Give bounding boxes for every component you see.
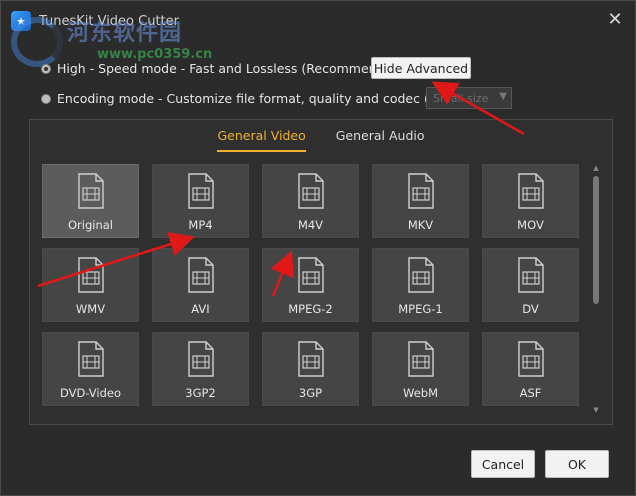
tab-general-audio[interactable]: General Audio	[336, 120, 425, 152]
video-file-icon	[297, 341, 324, 377]
app-logo-icon: ★	[11, 11, 31, 31]
video-file-icon	[77, 173, 104, 209]
format-tabs: General Video General Audio	[30, 120, 612, 156]
video-file-icon	[407, 341, 434, 377]
scroll-down-icon[interactable]: ▼	[592, 406, 600, 414]
format-tile[interactable]: ASF	[482, 332, 579, 406]
video-file-icon	[407, 257, 434, 293]
high-speed-mode-option[interactable]: High - Speed mode - Fast and Lossless (R…	[41, 61, 405, 76]
title-bar: ★ TunesKit Video Cutter	[1, 1, 635, 41]
format-grid: Original MP4 M4V MKV MOV WMV AVI MPEG-2 MPEG-1 DV…	[42, 164, 582, 414]
format-scrollbar[interactable]: ▲ ▼	[592, 164, 600, 414]
encoding-radio[interactable]	[41, 93, 51, 104]
format-tile-label: MKV	[407, 218, 434, 232]
video-file-icon	[297, 173, 324, 209]
cancel-button[interactable]: Cancel	[471, 450, 535, 478]
tab-general-video[interactable]: General Video	[217, 120, 306, 152]
ok-button[interactable]: OK	[545, 450, 609, 478]
format-tile-label: WMV	[75, 302, 106, 316]
hide-advanced-button[interactable]: Hide Advanced	[371, 57, 471, 79]
format-tile-label: DV	[522, 302, 539, 316]
video-file-icon	[297, 257, 324, 293]
chevron-down-icon: ▼	[499, 91, 507, 102]
format-tile[interactable]: WMV	[42, 248, 139, 322]
format-tile-label: DVD-Video	[59, 386, 122, 400]
format-tile[interactable]: DV	[482, 248, 579, 322]
high-speed-radio[interactable]	[41, 63, 51, 74]
quality-select[interactable]: Small size ▼	[426, 87, 512, 109]
format-tile[interactable]: WebM	[372, 332, 469, 406]
video-file-icon	[77, 257, 104, 293]
format-tile[interactable]: MP4	[152, 164, 249, 238]
format-tile-label: 3GP2	[185, 386, 216, 400]
format-tile-label: MPEG-1	[398, 302, 443, 316]
format-tile-label: M4V	[297, 218, 324, 232]
close-button[interactable]: ✕	[605, 10, 625, 30]
encoding-label: Encoding mode - Customize file format, q…	[57, 91, 463, 106]
format-tile[interactable]: MPEG-2	[262, 248, 359, 322]
format-tile[interactable]: MOV	[482, 164, 579, 238]
format-tile-label: MPEG-2	[288, 302, 333, 316]
video-file-icon	[407, 173, 434, 209]
quality-select-value: Small size	[433, 91, 489, 105]
format-tile[interactable]: MKV	[372, 164, 469, 238]
window-title: TunesKit Video Cutter	[39, 13, 179, 29]
format-tile-label: AVI	[191, 302, 210, 316]
output-format-dialog: ★ TunesKit Video Cutter ✕ 河东软件园 www.pc03…	[0, 0, 636, 496]
video-file-icon	[517, 257, 544, 293]
format-tile[interactable]: AVI	[152, 248, 249, 322]
format-tile-label: Original	[67, 218, 113, 232]
video-file-icon	[77, 341, 104, 377]
format-panel: General Video General Audio Original MP4 M…	[29, 119, 613, 425]
format-tile-label: MP4	[188, 218, 213, 232]
scroll-thumb[interactable]	[593, 176, 599, 304]
encoding-mode-option[interactable]: Encoding mode - Customize file format, q…	[41, 91, 463, 106]
format-tile-label: 3GP	[298, 386, 323, 400]
video-file-icon	[187, 173, 214, 209]
video-file-icon	[517, 173, 544, 209]
watermark-url: www.pc0359.cn	[97, 47, 213, 62]
format-tile[interactable]: DVD-Video	[42, 332, 139, 406]
high-speed-label: High - Speed mode - Fast and Lossless (R…	[57, 61, 406, 76]
video-file-icon	[187, 341, 214, 377]
video-file-icon	[517, 341, 544, 377]
format-tile[interactable]: Original	[42, 164, 139, 238]
format-tile[interactable]: 3GP2	[152, 332, 249, 406]
video-file-icon	[187, 257, 214, 293]
format-tile[interactable]: M4V	[262, 164, 359, 238]
format-tile-label: WebM	[403, 386, 438, 400]
format-tile[interactable]: 3GP	[262, 332, 359, 406]
scroll-up-icon[interactable]: ▲	[592, 164, 600, 172]
format-tile-label: MOV	[517, 218, 544, 232]
format-tile[interactable]: MPEG-1	[372, 248, 469, 322]
format-tile-label: ASF	[519, 386, 542, 400]
